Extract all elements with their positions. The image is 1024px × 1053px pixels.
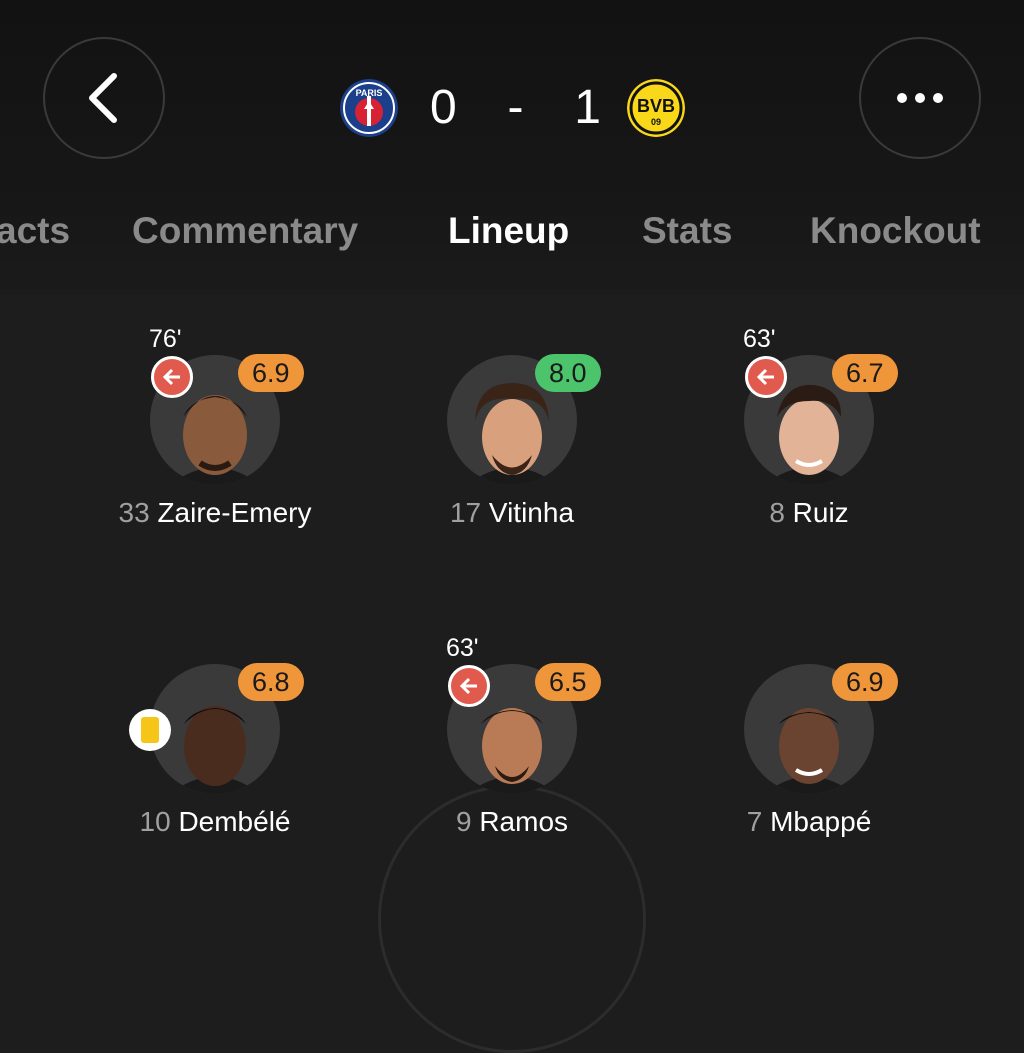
yellow-card-icon bbox=[129, 709, 171, 751]
tab-knockout[interactable]: Knockout bbox=[810, 203, 981, 259]
score: 0 - 1 bbox=[430, 75, 602, 139]
psg-logo-text: PARIS bbox=[356, 88, 383, 98]
bvb-logo-sub: 09 bbox=[651, 117, 661, 127]
more-button[interactable] bbox=[859, 37, 981, 159]
player-name: Mbappé bbox=[770, 806, 872, 837]
player-name-label: 9 Ramos bbox=[382, 806, 642, 838]
rating-badge: 6.8 bbox=[238, 663, 304, 701]
player-card-ramos[interactable]: 63' 6.5 9 Ramos bbox=[382, 634, 642, 837]
sub-time: 63' bbox=[743, 325, 776, 353]
player-number: 10 bbox=[139, 806, 171, 837]
tab-bar: acts Commentary Lineup Stats Knockout bbox=[0, 203, 1024, 259]
back-button[interactable] bbox=[43, 37, 165, 159]
rating-badge: 6.5 bbox=[535, 663, 601, 701]
substitution-icon bbox=[151, 356, 193, 398]
player-name: Ramos bbox=[479, 806, 569, 837]
player-card-zaire-emery[interactable]: 76' 6.9 33 Zaire-Emery bbox=[85, 325, 345, 528]
player-card-mbappe[interactable]: 6.9 7 Mbappé bbox=[679, 634, 939, 837]
player-card-vitinha[interactable]: 8.0 17 Vitinha bbox=[382, 325, 642, 528]
player-card-dembele[interactable]: 6.8 10 Dembélé bbox=[85, 634, 345, 837]
chevron-left-icon bbox=[89, 73, 117, 123]
player-name-label: 17 Vitinha bbox=[382, 497, 642, 529]
player-number: 9 bbox=[455, 806, 472, 837]
tab-commentary[interactable]: Commentary bbox=[132, 203, 358, 259]
sub-time: 63' bbox=[446, 634, 479, 662]
tab-facts[interactable]: acts bbox=[0, 203, 70, 259]
substitution-icon bbox=[745, 356, 787, 398]
tab-lineup[interactable]: Lineup bbox=[448, 203, 569, 259]
rating-badge: 6.7 bbox=[832, 354, 898, 392]
substitution-icon bbox=[448, 665, 490, 707]
rating-badge: 6.9 bbox=[832, 663, 898, 701]
player-number: 33 bbox=[118, 497, 150, 528]
rating-badge: 6.9 bbox=[238, 354, 304, 392]
player-name: Vitinha bbox=[488, 497, 575, 528]
player-name-label: 33 Zaire-Emery bbox=[85, 497, 345, 529]
player-number: 7 bbox=[746, 806, 763, 837]
home-score: 0 bbox=[430, 80, 458, 134]
sub-time: 76' bbox=[149, 325, 182, 353]
player-name: Zaire-Emery bbox=[157, 497, 312, 528]
away-score: 1 bbox=[574, 80, 602, 134]
bvb-logo-text: BVB bbox=[637, 96, 675, 116]
player-name-label: 10 Dembélé bbox=[85, 806, 345, 838]
bvb-logo[interactable]: BVB 09 bbox=[627, 79, 685, 137]
player-name: Dembélé bbox=[178, 806, 291, 837]
tab-stats[interactable]: Stats bbox=[642, 203, 732, 259]
player-name-label: 8 Ruiz bbox=[679, 497, 939, 529]
score-separator: - bbox=[507, 80, 525, 134]
player-number: 8 bbox=[769, 497, 785, 528]
psg-logo[interactable]: PARIS bbox=[340, 79, 398, 137]
player-name: Ruiz bbox=[792, 497, 849, 528]
player-card-ruiz[interactable]: 63' 6.7 8 Ruiz bbox=[679, 325, 939, 528]
more-dots-icon bbox=[897, 93, 943, 103]
player-name-label: 7 Mbappé bbox=[679, 806, 939, 838]
player-number: 17 bbox=[449, 497, 482, 528]
rating-badge: 8.0 bbox=[535, 354, 601, 392]
